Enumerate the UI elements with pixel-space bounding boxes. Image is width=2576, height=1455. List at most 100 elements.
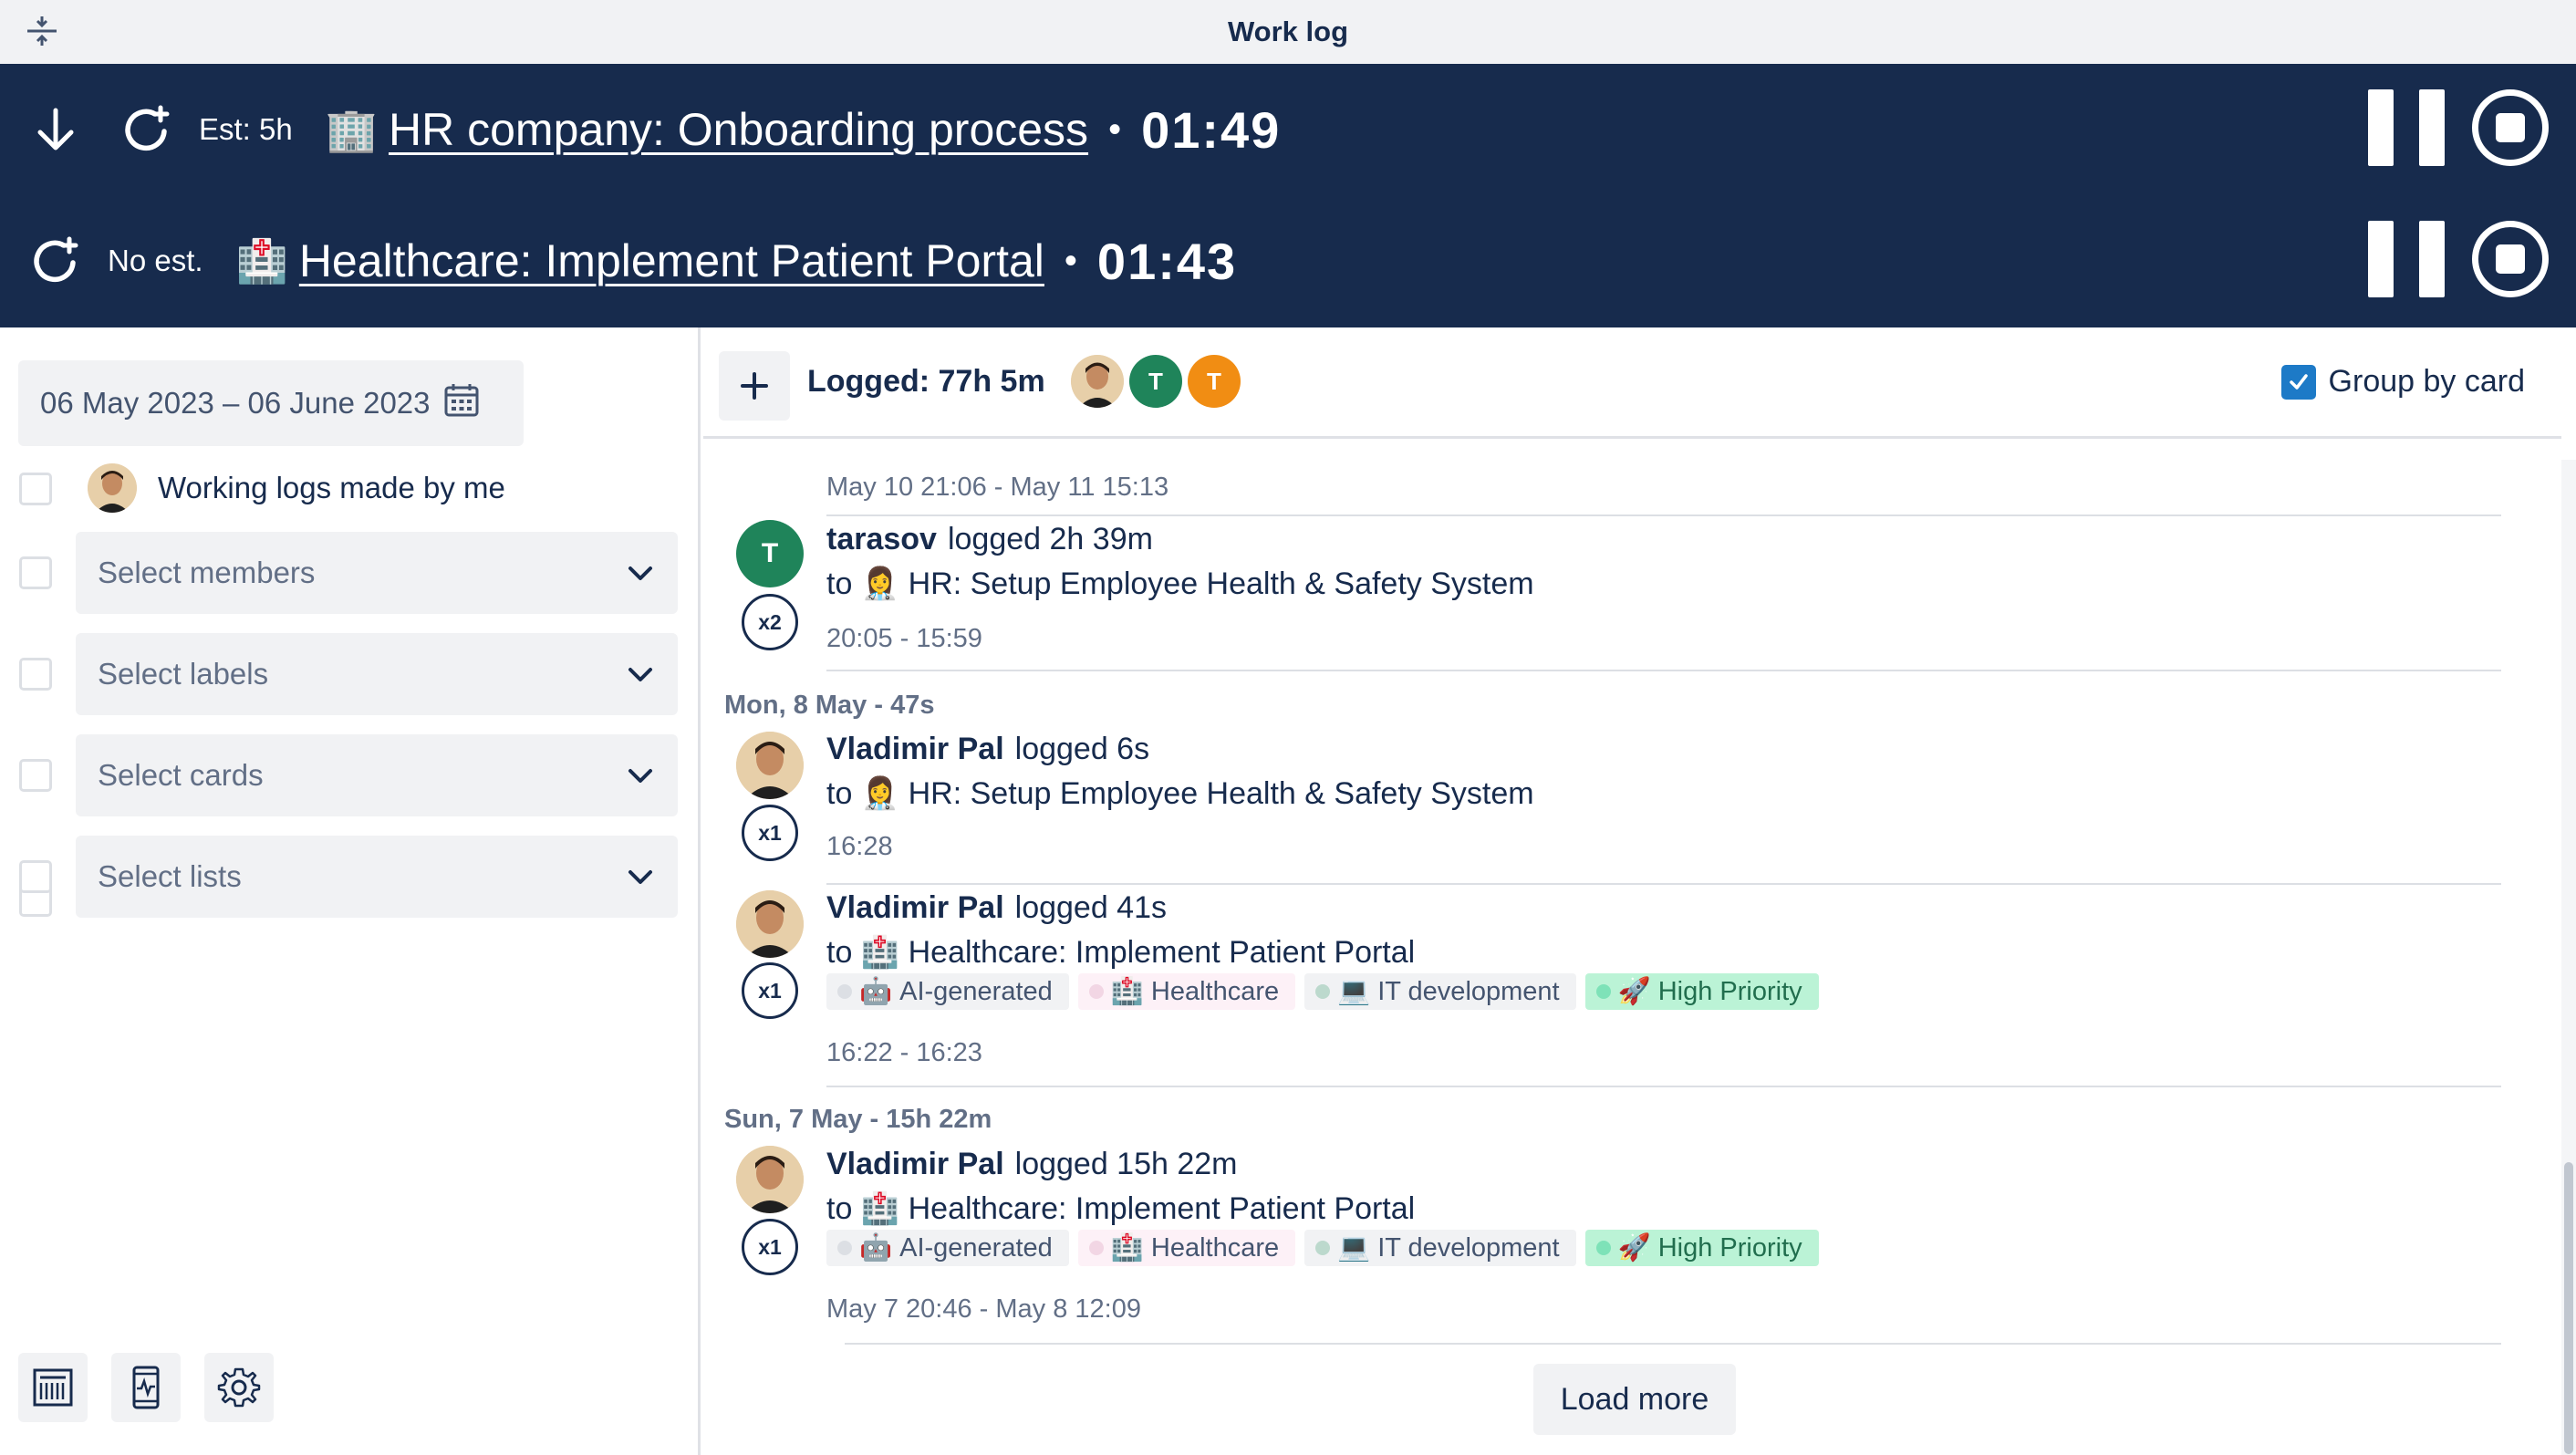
avatar[interactable] bbox=[1071, 355, 1124, 408]
label-emoji: 💻 bbox=[1337, 1233, 1371, 1263]
card-emoji: 👩‍⚕️ bbox=[860, 566, 900, 601]
entry-card: to 🏥 Healthcare: Implement Patient Porta… bbox=[826, 1190, 1415, 1227]
label-chip[interactable]: 🏥 Healthcare bbox=[1077, 1230, 1296, 1266]
label-chip[interactable]: 🚀 High Priority bbox=[1584, 973, 1819, 1010]
label-emoji: 🚀 bbox=[1617, 977, 1651, 1006]
report-icon[interactable] bbox=[18, 1353, 88, 1422]
label-chip[interactable]: 💻 IT development bbox=[1304, 973, 1576, 1010]
load-more-button[interactable]: Load more bbox=[1533, 1364, 1736, 1435]
lists-select[interactable]: Select lists bbox=[76, 836, 678, 918]
cards-checkbox[interactable] bbox=[19, 759, 52, 792]
activity-icon[interactable] bbox=[111, 1353, 181, 1422]
entry-time: May 7 20:46 - May 8 12:09 bbox=[826, 1294, 1141, 1324]
label-emoji: 🏥 bbox=[1110, 977, 1144, 1006]
arrow-down-icon[interactable] bbox=[35, 107, 77, 152]
restart-timer-icon[interactable] bbox=[120, 102, 175, 157]
mine-checkbox[interactable] bbox=[19, 473, 52, 505]
date-range-text: 06 May 2023 – 06 June 2023 bbox=[40, 386, 431, 420]
stop-icon[interactable] bbox=[2472, 89, 2549, 166]
chevron-down-icon bbox=[627, 859, 654, 894]
entry-card: to 🏥 Healthcare: Implement Patient Porta… bbox=[826, 934, 1415, 971]
pause-icon[interactable] bbox=[2368, 221, 2445, 297]
group-by-card-toggle[interactable]: Group by card bbox=[2280, 364, 2525, 400]
label-chip[interactable]: 🤖 AI-generated bbox=[826, 973, 1069, 1010]
user-name[interactable]: Vladimir Pal bbox=[826, 890, 1004, 925]
entry-header: Vladimir Pal logged 15h 22m bbox=[826, 1147, 1238, 1182]
cards-select[interactable]: Select cards bbox=[76, 734, 678, 816]
checkmark-icon[interactable] bbox=[2280, 364, 2316, 400]
work-log-main: Logged: 77h 5m T T Group by card May 10 … bbox=[703, 327, 2576, 1455]
card-link[interactable]: Healthcare: Implement Patient Portal bbox=[909, 935, 1416, 970]
label-chip[interactable]: 💻 IT development bbox=[1304, 1230, 1576, 1266]
entry-time: 20:05 - 15:59 bbox=[826, 624, 982, 653]
user-name[interactable]: Vladimir Pal bbox=[826, 1147, 1004, 1181]
title-bar: Work log bbox=[0, 0, 2576, 64]
entry-count-badge: x1 bbox=[742, 962, 798, 1019]
to-prefix: to bbox=[826, 1191, 853, 1226]
elapsed-time: 01:43 bbox=[1096, 232, 1238, 290]
entry-count-badge: x1 bbox=[742, 805, 798, 861]
avatar[interactable]: T bbox=[1129, 355, 1182, 408]
restart-timer-icon[interactable] bbox=[29, 234, 84, 288]
pause-icon[interactable] bbox=[2368, 89, 2445, 166]
card-emoji: 🏥 bbox=[860, 935, 900, 970]
logged-amount: logged 41s bbox=[1014, 890, 1168, 925]
members-checkbox[interactable] bbox=[19, 556, 52, 589]
entry-card: to 👩‍⚕️ HR: Setup Employee Health & Safe… bbox=[826, 566, 1534, 602]
timer-controls bbox=[2368, 221, 2549, 297]
elapsed-time: 01:49 bbox=[1141, 100, 1282, 159]
user-name[interactable]: tarasov bbox=[826, 522, 937, 556]
label-text: IT development bbox=[1377, 976, 1560, 1006]
labels-select[interactable]: Select labels bbox=[76, 633, 678, 715]
divider bbox=[826, 1086, 2501, 1087]
avatar: T bbox=[736, 520, 804, 587]
stop-icon[interactable] bbox=[2472, 221, 2549, 297]
office-building-icon: 🏢 bbox=[325, 106, 379, 153]
label-text: AI-generated bbox=[899, 1232, 1053, 1263]
label-chip[interactable]: 🤖 AI-generated bbox=[826, 1230, 1069, 1266]
filter-sidebar: 06 May 2023 – 06 June 2023 Working logs … bbox=[0, 327, 701, 1455]
logged-amount: logged 6s bbox=[1014, 732, 1150, 766]
cards-select-placeholder: Select cards bbox=[98, 758, 264, 792]
label-text: Healthcare bbox=[1150, 976, 1280, 1006]
calendar-icon bbox=[443, 381, 480, 425]
estimate-text: Est: 5h bbox=[199, 112, 293, 146]
gear-icon[interactable] bbox=[204, 1353, 274, 1422]
user-name[interactable]: Vladimir Pal bbox=[826, 732, 1004, 766]
day-heading: Mon, 8 May - 47s bbox=[724, 691, 935, 720]
label-chip[interactable]: 🏥 Healthcare bbox=[1077, 973, 1296, 1010]
divider bbox=[826, 883, 2501, 885]
entry-count-badge: x2 bbox=[742, 594, 798, 650]
entry-header: Vladimir Pal logged 41s bbox=[826, 890, 1167, 926]
plus-icon[interactable] bbox=[719, 351, 790, 421]
estimate-text: No est. bbox=[108, 244, 203, 277]
members-select-placeholder: Select members bbox=[98, 556, 316, 589]
lists-checkbox[interactable] bbox=[19, 860, 52, 893]
card-link[interactable]: Healthcare: Implement Patient Portal bbox=[909, 1191, 1416, 1226]
work-log-feed: May 10 21:06 - May 11 15:13 T tarasov log… bbox=[703, 442, 2561, 1455]
entry-card: to 👩‍⚕️ HR: Setup Employee Health & Safe… bbox=[826, 775, 1534, 812]
to-prefix: to bbox=[826, 566, 853, 601]
label-text: Healthcare bbox=[1150, 1232, 1280, 1263]
timer-task-link[interactable]: HR company: Onboarding process bbox=[389, 103, 1088, 156]
members-select[interactable]: Select members bbox=[76, 532, 678, 614]
avatar[interactable]: T bbox=[1188, 355, 1241, 408]
date-range-picker[interactable]: 06 May 2023 – 06 June 2023 bbox=[18, 360, 524, 446]
label-chip[interactable]: 🚀 High Priority bbox=[1584, 1230, 1819, 1266]
timer-task-link[interactable]: Healthcare: Implement Patient Portal bbox=[299, 234, 1044, 287]
card-link[interactable]: HR: Setup Employee Health & Safety Syste… bbox=[909, 566, 1534, 601]
drag-handle-icon[interactable] bbox=[24, 13, 60, 49]
scrollbar-thumb[interactable] bbox=[2564, 1162, 2573, 1454]
feed-scrollbar[interactable] bbox=[2561, 460, 2576, 1455]
timer-row: Est: 5h 🏢 HR company: Onboarding process… bbox=[0, 64, 2576, 195]
label-text: IT development bbox=[1377, 1232, 1560, 1263]
label-emoji: 🤖 bbox=[859, 977, 893, 1006]
entry-labels: 🤖 AI-generated 🏥 Healthcare 💻 IT developmen… bbox=[826, 973, 1819, 1010]
separator-dot: • bbox=[1108, 109, 1122, 150]
avatar bbox=[88, 463, 137, 513]
label-emoji: 🤖 bbox=[859, 1233, 893, 1263]
range-label: May 10 21:06 - May 11 15:13 bbox=[826, 473, 1169, 502]
labels-checkbox[interactable] bbox=[19, 658, 52, 691]
label-text: High Priority bbox=[1657, 1232, 1802, 1263]
card-link[interactable]: HR: Setup Employee Health & Safety Syste… bbox=[909, 776, 1534, 811]
